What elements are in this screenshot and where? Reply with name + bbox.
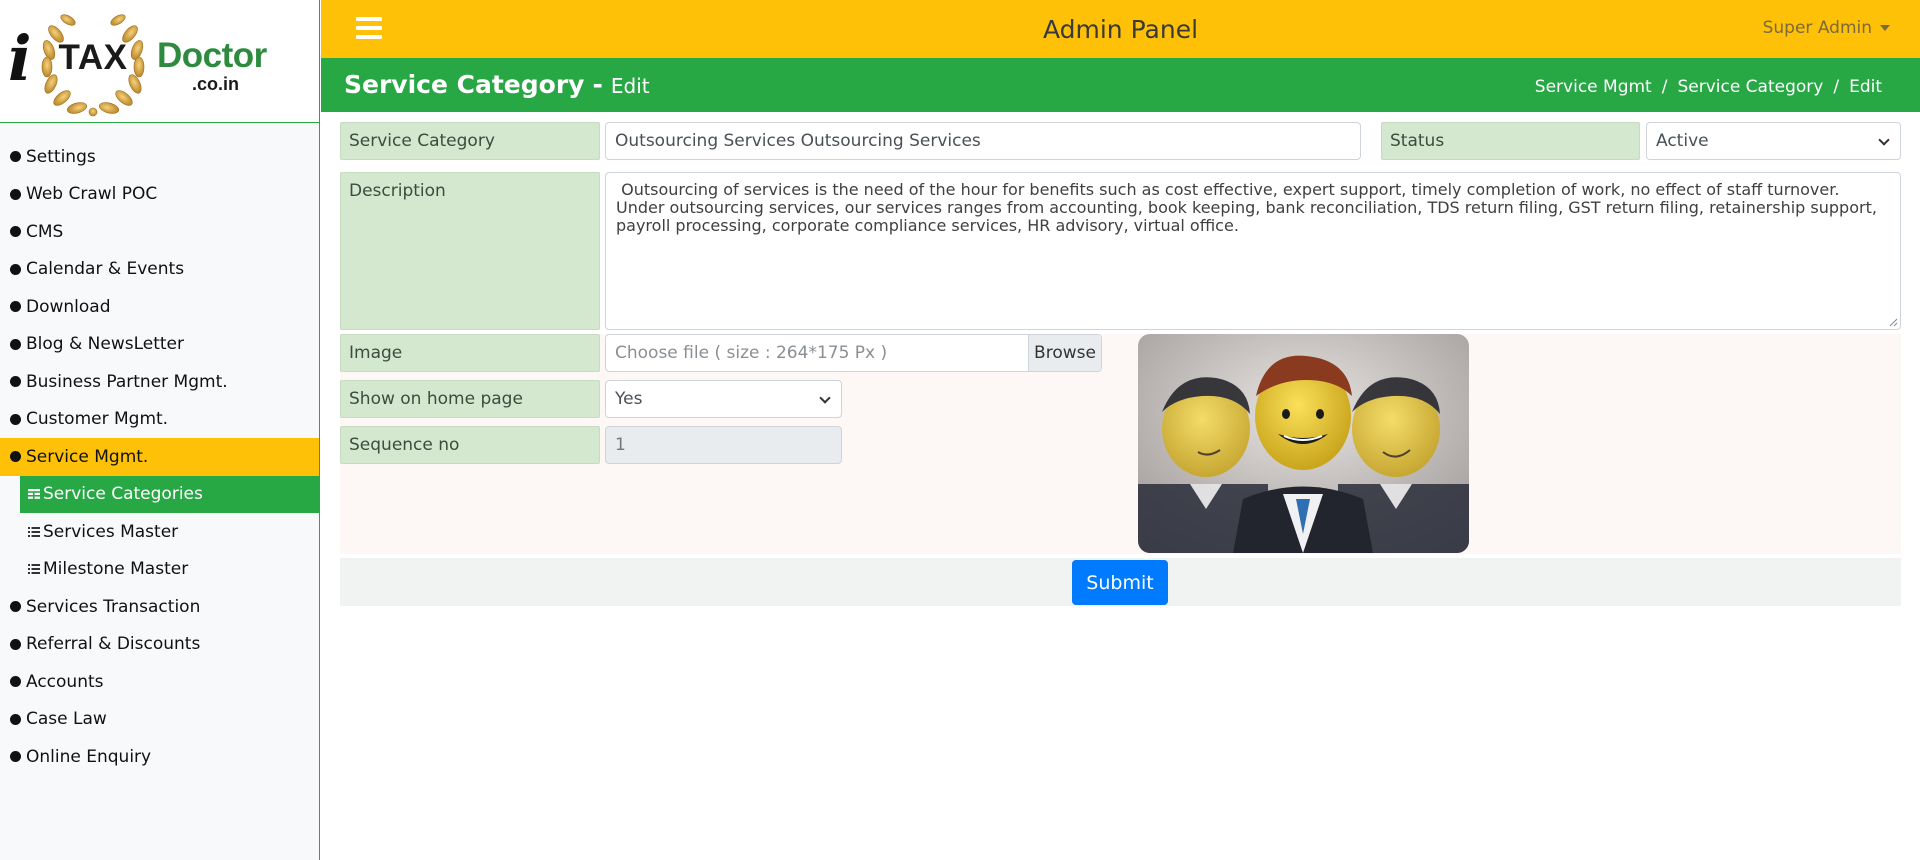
file-input-placeholder: Choose file ( size : 264*175 Px ) [615, 343, 888, 363]
status-label: Status [1381, 122, 1640, 160]
sidebar-item-business-partner[interactable]: Business Partner Mgmt. [0, 363, 319, 401]
sidebar-subitem-label: Milestone Master [43, 559, 189, 580]
bullet-icon [10, 676, 21, 688]
sequence-no-input: 1 [605, 426, 842, 464]
bullet-icon [10, 338, 21, 350]
logo-doctor-text: Doctor [157, 36, 267, 75]
status-selected-value: Active [1656, 131, 1709, 151]
sidebar-item-blog-newsletter[interactable]: Blog & NewsLetter [0, 326, 319, 364]
sidebar-item-service-mgmt[interactable]: Service Mgmt. [0, 438, 319, 476]
bullet-icon [10, 713, 21, 725]
sidebar-item-online-enquiry[interactable]: Online Enquiry [0, 738, 319, 776]
sidebar-item-cms[interactable]: CMS [0, 213, 319, 251]
breadcrumb-current: Edit [1849, 77, 1882, 97]
submit-button[interactable]: Submit [1072, 560, 1168, 605]
bullet-icon [10, 601, 21, 613]
description-label: Description [340, 172, 600, 330]
table-icon [28, 489, 40, 500]
caret-down-icon [1880, 25, 1890, 31]
sidebar-item-download[interactable]: Download [0, 288, 319, 326]
bullet-icon [10, 638, 21, 650]
description-text: Outsourcing of services is the need of t… [616, 180, 1883, 235]
browse-button[interactable]: Browse [1028, 335, 1101, 371]
chevron-down-icon [819, 392, 831, 404]
page-title-separator: - [592, 70, 603, 99]
user-menu-dropdown[interactable]: Super Admin [1763, 18, 1890, 38]
bullet-icon [10, 751, 21, 763]
sidebar-item-referral-discounts[interactable]: Referral & Discounts [0, 626, 319, 664]
bullet-icon [10, 226, 21, 238]
sidebar-item-label: Case Law [26, 709, 107, 730]
chevron-down-icon [1878, 134, 1890, 146]
bullet-icon [10, 151, 21, 163]
top-navbar: Admin Panel Super Admin [321, 0, 1920, 58]
brand-logo[interactable]: i TAX Doctor .co.in [0, 0, 319, 123]
sidebar-item-services-transaction[interactable]: Services Transaction [0, 588, 319, 626]
sidebar-subitem-services-master[interactable]: Services Master [20, 513, 319, 551]
logo-letter-i: i [8, 22, 32, 95]
sidebar-item-label: Customer Mgmt. [26, 409, 169, 430]
sidebar-subitem-label: Service Categories [43, 484, 203, 505]
sidebar-item-case-law[interactable]: Case Law [0, 701, 319, 739]
breadcrumb-separator: / [1661, 77, 1668, 97]
business-minifigures-image [1138, 334, 1469, 553]
description-textarea[interactable]: Outsourcing of services is the need of t… [605, 172, 1901, 330]
page-subtitle: Edit [610, 74, 650, 98]
sidebar-item-label: CMS [26, 221, 64, 242]
sidebar-subitem-service-categories[interactable]: Service Categories [20, 475, 319, 513]
sidebar-item-customer-mgmt[interactable]: Customer Mgmt. [0, 401, 319, 439]
sidebar-subitem-milestone-master[interactable]: Milestone Master [20, 551, 319, 589]
bullet-icon [10, 451, 21, 463]
breadcrumb: Service Mgmt / Service Category / Edit [1535, 77, 1882, 97]
sidebar-item-label: Services Transaction [26, 596, 201, 617]
show-on-home-select[interactable]: Yes [605, 380, 842, 418]
show-on-home-value: Yes [615, 389, 643, 409]
bullet-icon [10, 376, 21, 388]
sidebar-item-accounts[interactable]: Accounts [0, 663, 319, 701]
page-header: Service Category - Edit Service Mgmt / Ser… [321, 58, 1920, 112]
sidebar-subitem-label: Services Master [43, 521, 179, 542]
service-category-input[interactable]: Outsourcing Services Outsourcing Service… [605, 122, 1361, 160]
logo-domain-text: .co.in [192, 74, 240, 94]
breadcrumb-separator: / [1833, 77, 1840, 97]
sequence-no-label: Sequence no [340, 426, 600, 464]
show-on-home-label: Show on home page [340, 380, 600, 418]
bullet-icon [10, 413, 21, 425]
list-icon [28, 564, 40, 575]
resize-grip-icon[interactable] [1888, 317, 1898, 327]
sidebar-item-label: Download [26, 296, 111, 317]
sidebar-item-label: Web Crawl POC [26, 184, 158, 205]
breadcrumb-service-mgmt[interactable]: Service Mgmt [1535, 77, 1652, 97]
list-icon [28, 526, 40, 537]
sidebar-item-web-crawl-poc[interactable]: Web Crawl POC [0, 176, 319, 214]
logo-tax-text: TAX [58, 38, 128, 77]
app-title: Admin Panel [1042, 15, 1199, 44]
breadcrumb-service-category[interactable]: Service Category [1677, 77, 1823, 97]
sidebar-item-label: Settings [26, 146, 96, 167]
sidebar-item-label: Service Mgmt. [26, 446, 149, 467]
sidebar-item-label: Calendar & Events [26, 259, 185, 280]
sidebar-item-label: Referral & Discounts [26, 634, 201, 655]
sidebar: i TAX Doctor .co.in Settings Web Crawl P… [0, 0, 320, 860]
page-title-text: Service Category [344, 70, 585, 99]
sidebar-item-label: Online Enquiry [26, 746, 152, 767]
category-image-preview [1138, 334, 1469, 553]
page-title: Service Category - Edit [344, 70, 650, 99]
sidebar-item-label: Accounts [26, 671, 104, 692]
user-name: Super Admin [1762, 18, 1872, 38]
bullet-icon [10, 301, 21, 313]
status-select[interactable]: Active [1646, 122, 1901, 160]
image-label: Image [340, 334, 600, 372]
bullet-icon [10, 188, 21, 200]
sidebar-item-label: Blog & NewsLetter [26, 334, 184, 355]
sidebar-item-calendar-events[interactable]: Calendar & Events [0, 251, 319, 289]
service-category-label: Service Category [340, 122, 600, 160]
sidebar-item-label: Business Partner Mgmt. [26, 371, 228, 392]
image-file-input[interactable]: Choose file ( size : 264*175 Px ) Browse [605, 334, 1102, 372]
sidebar-menu: Settings Web Crawl POC CMS Calendar & Ev… [0, 123, 319, 776]
sidebar-item-settings[interactable]: Settings [0, 138, 319, 176]
bullet-icon [10, 263, 21, 275]
